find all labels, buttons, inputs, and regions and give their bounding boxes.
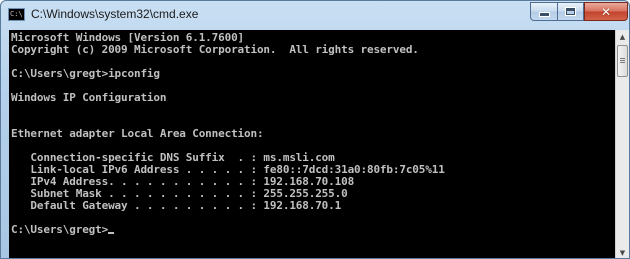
minimize-button[interactable] <box>530 2 557 21</box>
title-bar[interactable]: C:\ C:\Windows\system32\cmd.exe ✕ <box>1 1 629 29</box>
console-line: C:\Users\gregt>ipconfig <box>11 67 160 80</box>
console-output[interactable]: Microsoft Windows [Version 6.1.7600] Cop… <box>9 30 615 258</box>
console-line: Windows IP Configuration <box>11 91 167 104</box>
grip-line <box>620 58 625 59</box>
maximize-icon <box>566 8 575 15</box>
grip-line <box>620 62 625 63</box>
scroll-up-icon: ▲ <box>619 33 626 41</box>
scroll-down-icon: ▼ <box>619 249 626 257</box>
text-cursor <box>108 232 115 234</box>
maximize-button[interactable] <box>557 2 584 21</box>
scroll-thumb[interactable] <box>617 45 628 77</box>
vertical-scrollbar[interactable]: ▲ ▼ <box>615 30 629 258</box>
console-line: Copyright (c) 2009 Microsoft Corporation… <box>11 43 419 56</box>
grip-line <box>620 60 625 61</box>
console-prompt: C:\Users\gregt> <box>11 223 109 236</box>
console-line: Default Gateway . . . . . . . . . : 192.… <box>11 199 342 212</box>
cmd-window: C:\ C:\Windows\system32\cmd.exe ✕ Micros… <box>0 0 630 259</box>
console-line: Ethernet adapter Local Area Connection: <box>11 127 264 140</box>
console-icon[interactable]: C:\ <box>8 8 25 21</box>
scroll-down-button[interactable]: ▼ <box>616 246 629 258</box>
scroll-up-button[interactable]: ▲ <box>616 30 629 44</box>
close-icon: ✕ <box>600 4 612 19</box>
minimize-icon <box>539 13 549 16</box>
close-button[interactable]: ✕ <box>584 2 628 21</box>
console-prompt-line[interactable]: C:\Users\gregt> <box>11 224 615 236</box>
caption-buttons: ✕ <box>530 2 628 21</box>
window-title: C:\Windows\system32\cmd.exe <box>31 7 199 21</box>
